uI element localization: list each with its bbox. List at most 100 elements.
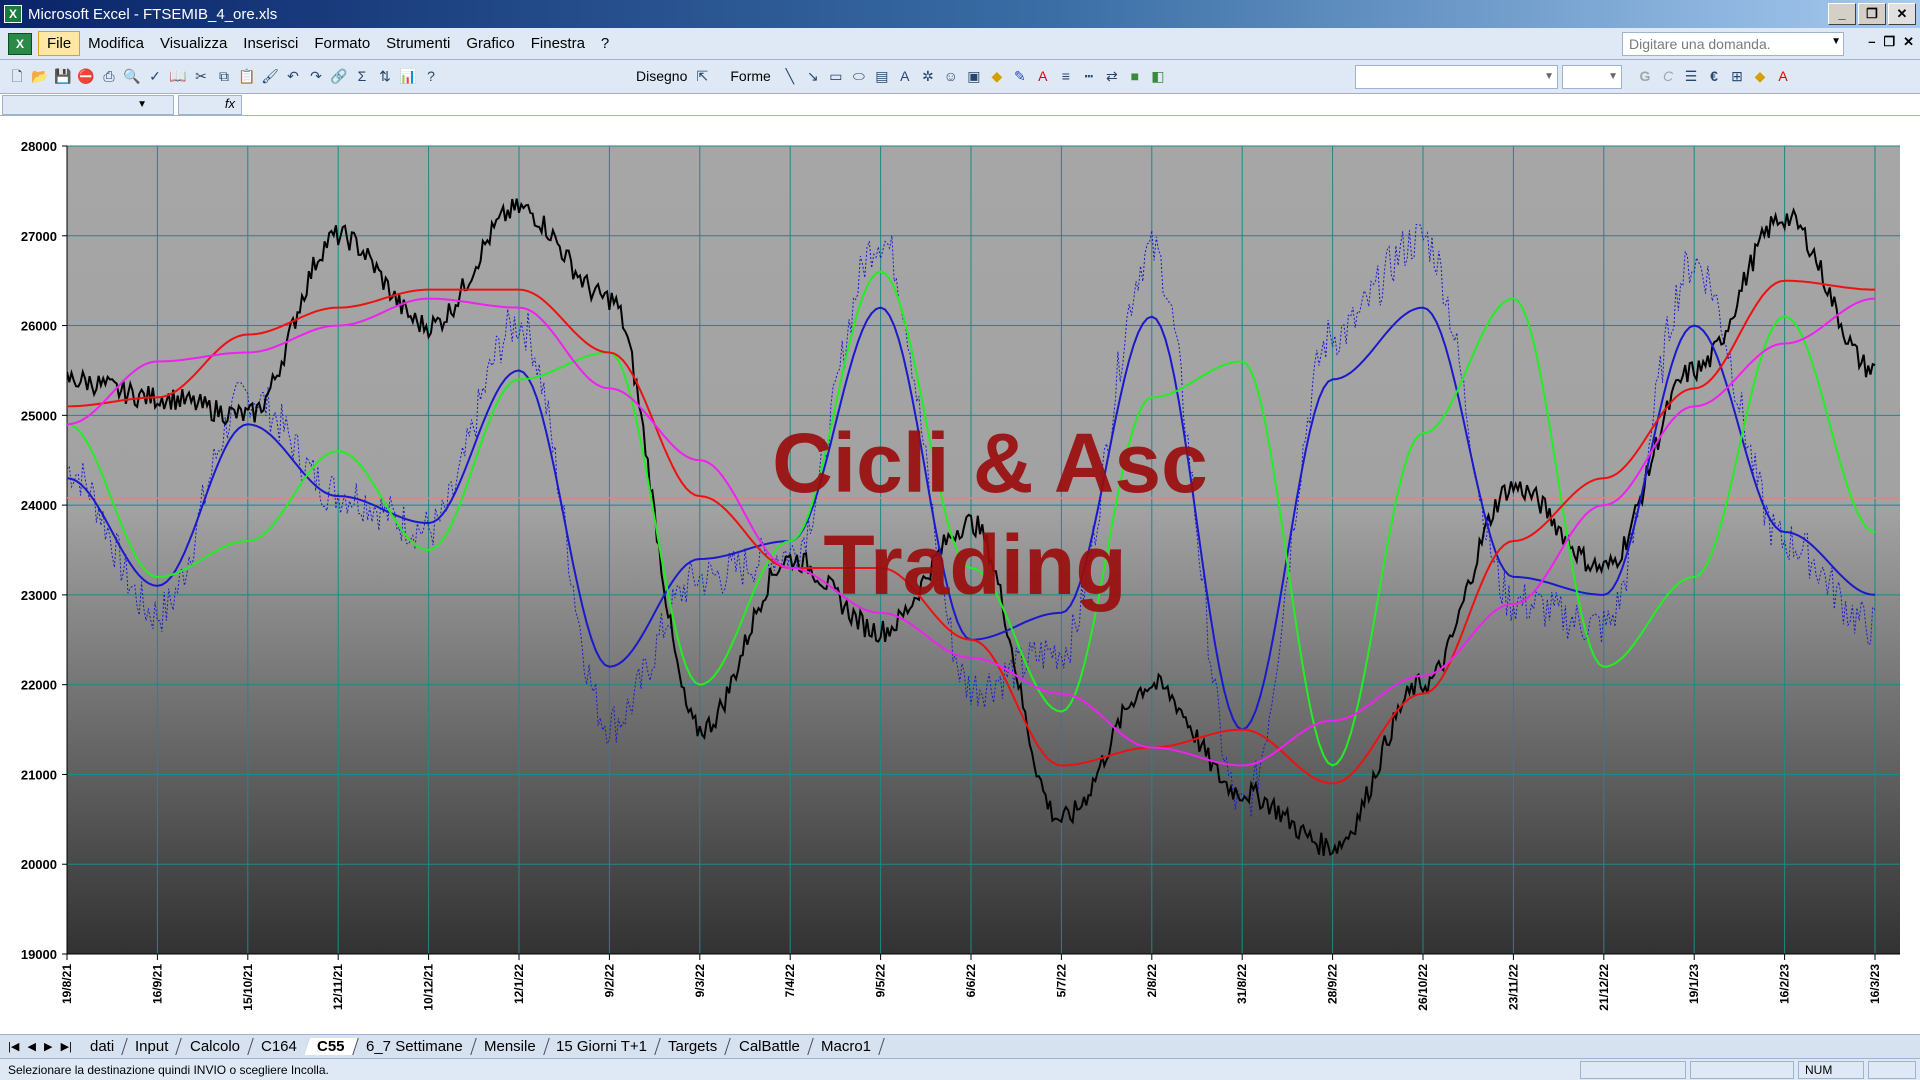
last-sheet-icon[interactable]: ▶| xyxy=(61,1040,72,1053)
y-tick-label: 26000 xyxy=(21,319,57,334)
close-button[interactable]: ✕ xyxy=(1888,3,1916,25)
tab-6-7-settimane[interactable]: 6_7 Settimane xyxy=(353,1038,477,1055)
dash-style-icon[interactable]: ┅ xyxy=(1080,67,1098,85)
tab-label: Targets xyxy=(668,1038,718,1055)
chart-svg[interactable]: 28000 27000 26000 25000 24000 23000 22000 21000… xyxy=(0,116,1920,1034)
diagram-icon[interactable]: ✲ xyxy=(919,67,937,85)
line-style-icon[interactable]: ≡ xyxy=(1057,67,1075,85)
rectangle-icon[interactable]: ▭ xyxy=(827,67,845,85)
ask-question-input[interactable]: Digitare una domanda. ▼ xyxy=(1622,32,1844,56)
function-icon[interactable]: fx xyxy=(178,95,242,115)
font-color-icon[interactable]: A xyxy=(1034,67,1052,85)
window-controls: _ ❐ ✕ xyxy=(1828,3,1916,25)
standard-toolbar: 🗋 📂 💾 ⛔ ⎙ 🔍 ✓ 📖 ✂ ⧉ 📋 🖌 ↶ ↷ 🔗 Σ ⇅ 📊 ? xyxy=(8,66,445,86)
fill-color-icon[interactable]: ◆ xyxy=(988,67,1006,85)
bold-button[interactable]: G xyxy=(1636,67,1654,85)
chart-sheet[interactable]: 28000 27000 26000 25000 24000 23000 22000 21000… xyxy=(0,116,1920,1034)
minimize-button[interactable]: _ xyxy=(1828,3,1856,25)
menu-grafico[interactable]: Grafico xyxy=(458,32,522,55)
next-sheet-icon[interactable]: ▶ xyxy=(44,1040,52,1053)
menu-help[interactable]: ? xyxy=(593,32,617,55)
select-pointer-icon[interactable]: ⇱ xyxy=(693,67,711,85)
forme-menu[interactable]: Forme xyxy=(730,68,770,84)
menu-formato[interactable]: Formato xyxy=(306,32,378,55)
chevron-down-icon[interactable]: ▼ xyxy=(1544,71,1554,82)
paste-icon[interactable]: 📋 xyxy=(238,67,256,85)
oval-icon[interactable]: ⬭ xyxy=(850,67,868,85)
tab-navigation: |◀ ◀ ▶ ▶| xyxy=(0,1040,80,1053)
borders-icon[interactable]: ⊞ xyxy=(1728,67,1746,85)
y-tick-label: 22000 xyxy=(21,678,57,693)
tab-calbattle[interactable]: CalBattle xyxy=(725,1038,814,1055)
italic-button[interactable]: C xyxy=(1659,67,1677,85)
autosum-icon[interactable]: Σ xyxy=(353,67,371,85)
research-icon[interactable]: 📖 xyxy=(169,67,187,85)
spelling-icon[interactable]: ✓ xyxy=(146,67,164,85)
fill-color-icon[interactable]: ◆ xyxy=(1751,67,1769,85)
font-name-combo[interactable]: ▼ xyxy=(1355,65,1558,89)
textbox-icon[interactable]: ▤ xyxy=(873,67,891,85)
menu-finestra[interactable]: Finestra xyxy=(523,32,593,55)
permission-icon[interactable]: ⛔ xyxy=(77,67,95,85)
first-sheet-icon[interactable]: |◀ xyxy=(8,1040,19,1053)
chevron-down-icon[interactable]: ▼ xyxy=(1608,71,1618,82)
picture-icon[interactable]: ▣ xyxy=(965,67,983,85)
x-tick-label: 19/8/21 xyxy=(60,964,74,1004)
tab-dati[interactable]: dati xyxy=(77,1038,128,1055)
new-icon[interactable]: 🗋 xyxy=(8,67,26,85)
save-icon[interactable]: 💾 xyxy=(54,67,72,85)
workbook-restore-button[interactable]: ❐ xyxy=(1883,34,1895,50)
tab-input[interactable]: Input xyxy=(122,1038,183,1055)
status-cell xyxy=(1868,1061,1916,1079)
menu-file[interactable]: File xyxy=(38,31,81,56)
print-icon[interactable]: ⎙ xyxy=(100,67,118,85)
chart-wizard-icon[interactable]: 📊 xyxy=(399,67,417,85)
3d-icon[interactable]: ◧ xyxy=(1149,67,1167,85)
chevron-down-icon[interactable]: ▼ xyxy=(137,99,147,110)
align-icon[interactable]: ☰ xyxy=(1682,67,1700,85)
status-bar: Selezionare la destinazione quindi INVIO… xyxy=(0,1058,1920,1080)
menu-inserisci[interactable]: Inserisci xyxy=(235,32,306,55)
arrow-icon[interactable]: ↘ xyxy=(804,67,822,85)
workbook-minimize-button[interactable]: – xyxy=(1868,34,1875,50)
workbook-icon[interactable]: X xyxy=(8,32,32,55)
tab-15-giorni[interactable]: 15 Giorni T+1 xyxy=(543,1038,662,1055)
font-size-combo[interactable]: ▼ xyxy=(1562,65,1622,89)
prev-sheet-icon[interactable]: ◀ xyxy=(27,1040,35,1053)
font-color-icon[interactable]: A xyxy=(1774,67,1792,85)
tab-mensile[interactable]: Mensile xyxy=(470,1038,550,1055)
line-color-icon[interactable]: ✎ xyxy=(1011,67,1029,85)
redo-icon[interactable]: ↷ xyxy=(307,67,325,85)
euro-button[interactable]: € xyxy=(1705,67,1723,85)
menu-visualizza[interactable]: Visualizza xyxy=(152,32,235,55)
sort-icon[interactable]: ⇅ xyxy=(376,67,394,85)
undo-icon[interactable]: ↶ xyxy=(284,67,302,85)
wordart-icon[interactable]: A xyxy=(896,67,914,85)
workbook-close-button[interactable]: ✕ xyxy=(1903,34,1914,50)
name-box[interactable]: ▼ xyxy=(2,95,174,115)
print-preview-icon[interactable]: 🔍 xyxy=(123,67,141,85)
copy-icon[interactable]: ⧉ xyxy=(215,67,233,85)
hyperlink-icon[interactable]: 🔗 xyxy=(330,67,348,85)
menu-strumenti[interactable]: Strumenti xyxy=(378,32,458,55)
x-tick-label: 9/3/22 xyxy=(693,964,707,998)
tab-macro1[interactable]: Macro1 xyxy=(807,1038,885,1055)
disegno-menu[interactable]: Disegno xyxy=(636,68,687,84)
chevron-down-icon[interactable]: ▼ xyxy=(1831,36,1841,47)
arrow-style-icon[interactable]: ⇄ xyxy=(1103,67,1121,85)
format-painter-icon[interactable]: 🖌 xyxy=(261,67,279,85)
maximize-button[interactable]: ❐ xyxy=(1858,3,1886,25)
clipart-icon[interactable]: ☺ xyxy=(942,67,960,85)
menu-modifica[interactable]: Modifica xyxy=(80,32,152,55)
tab-calcolo[interactable]: Calcolo xyxy=(176,1038,254,1055)
help-icon[interactable]: ? xyxy=(422,67,440,85)
tab-c164[interactable]: C164 xyxy=(247,1038,311,1055)
tab-c55[interactable]: C55 xyxy=(304,1038,359,1055)
line-icon[interactable]: ╲ xyxy=(781,67,799,85)
open-icon[interactable]: 📂 xyxy=(31,67,49,85)
tab-targets[interactable]: Targets xyxy=(655,1038,732,1055)
x-tick-label: 21/12/22 xyxy=(1597,964,1611,1011)
cut-icon[interactable]: ✂ xyxy=(192,67,210,85)
shadow-icon[interactable]: ■ xyxy=(1126,67,1144,85)
y-tick-label: 20000 xyxy=(21,857,57,872)
